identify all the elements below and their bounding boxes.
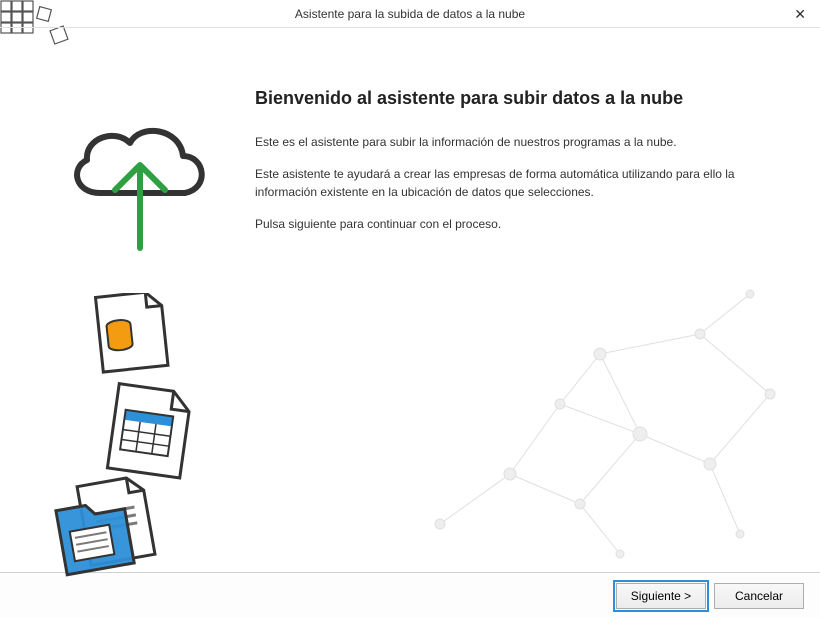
para-3: Pulsa siguiente para continuar con el pr… <box>255 215 780 233</box>
wizard-body: Bienvenido al asistente para subir datos… <box>235 28 820 572</box>
left-illustration-panel <box>0 28 235 572</box>
para-2: Este asistente te ayudará a crear las em… <box>255 165 780 201</box>
cancel-button[interactable]: Cancelar <box>714 583 804 609</box>
close-icon[interactable]: ✕ <box>788 4 812 25</box>
next-button[interactable]: Siguiente > <box>616 583 706 609</box>
titlebar: Asistente para la subida de datos a la n… <box>0 0 820 28</box>
page-heading: Bienvenido al asistente para subir datos… <box>255 88 780 109</box>
window-title: Asistente para la subida de datos a la n… <box>295 7 525 21</box>
page-description: Este es el asistente para subir la infor… <box>255 133 780 233</box>
documents-stack-icon <box>45 293 225 593</box>
cloud-upload-icon <box>55 118 225 258</box>
para-1: Este es el asistente para subir la infor… <box>255 133 780 151</box>
